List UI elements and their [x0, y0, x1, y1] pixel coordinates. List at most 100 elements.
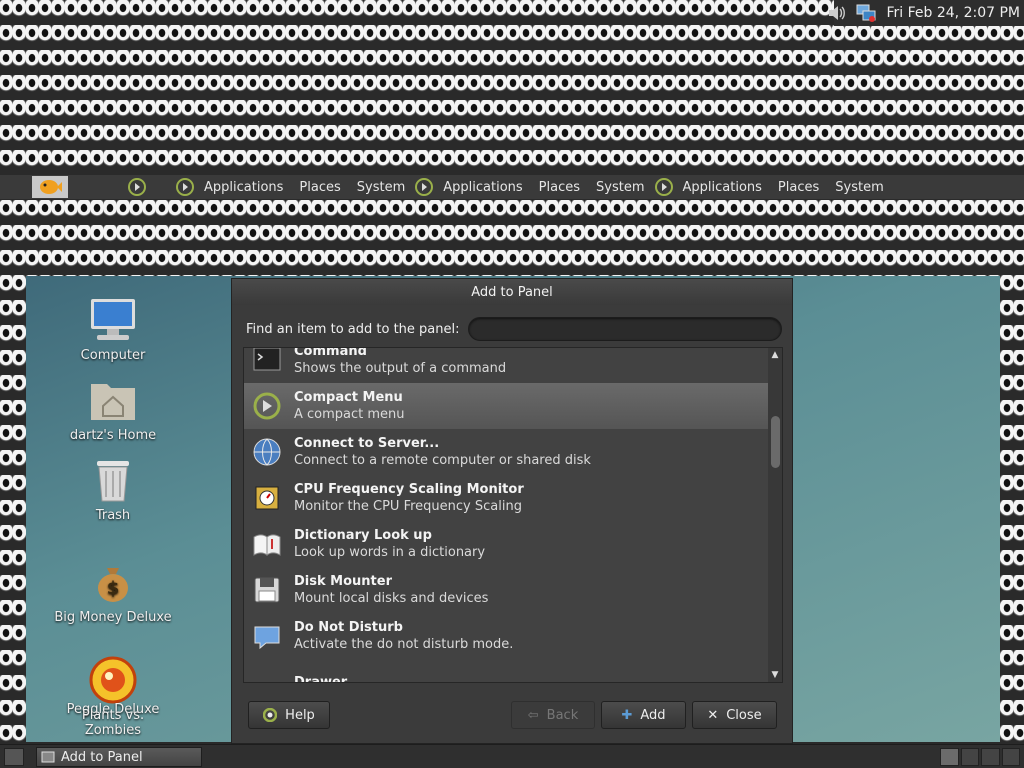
menu-applications[interactable]: Applications: [196, 180, 291, 195]
globe-icon: [250, 435, 284, 469]
item-desc: Activate the do not disturb mode.: [294, 637, 514, 652]
desktop-icon-computer[interactable]: Computer: [53, 296, 173, 363]
scroll-up-arrow-icon[interactable]: ▲: [768, 348, 782, 362]
menu-group-1: Applications Places System: [174, 176, 413, 198]
scroll-down-arrow-icon[interactable]: ▼: [768, 668, 782, 682]
find-row: Find an item to add to the panel:: [246, 315, 782, 343]
menu-panel: Applications Places System Applications …: [0, 175, 1024, 199]
menu-places[interactable]: Places: [291, 180, 348, 195]
item-desc: Mount local disks and devices: [294, 591, 489, 606]
list-item-do-not-disturb[interactable]: Do Not Disturb Activate the do not distur…: [244, 613, 768, 659]
close-icon: ✕: [707, 707, 719, 723]
back-label: Back: [546, 707, 579, 723]
close-button[interactable]: ✕ Close: [692, 701, 777, 729]
desktop-icon-games[interactable]: Peggle Deluxe Plants vs. Zombies: [53, 656, 173, 738]
search-input[interactable]: [467, 317, 782, 341]
cpu-icon: [250, 481, 284, 515]
add-button[interactable]: ✚ Add: [601, 701, 686, 729]
fish-launcher-button[interactable]: [32, 176, 68, 198]
menu-places[interactable]: Places: [770, 180, 827, 195]
item-name: Disk Mounter: [294, 574, 392, 589]
item-list-inner: Command Shows the output of a command Com…: [244, 347, 768, 683]
desktop-icon-trash[interactable]: Trash: [53, 456, 173, 523]
menu-group-2: Applications Places System: [413, 176, 652, 198]
menu-places[interactable]: Places: [531, 180, 588, 195]
top-panel: Fri Feb 24, 2:07 PM: [0, 0, 1024, 26]
list-item-command[interactable]: Command Shows the output of a command: [244, 347, 768, 383]
compact-menu-icon[interactable]: [126, 176, 148, 198]
list-scrollbar[interactable]: ▲ ▼: [768, 348, 782, 682]
item-name: Drawer: [294, 674, 348, 683]
help-button[interactable]: Help: [248, 701, 330, 729]
workspace-2[interactable]: [960, 748, 979, 766]
item-desc: Connect to a remote computer or shared d…: [294, 453, 591, 468]
list-item-dictionary[interactable]: Dictionary Look up Look up words in a dic…: [244, 521, 768, 567]
workspace-3[interactable]: [981, 748, 1000, 766]
do-not-disturb-icon: [250, 619, 284, 653]
menu-group-3: Applications Places System: [653, 176, 892, 198]
add-label: Add: [640, 707, 666, 723]
item-name: CPU Frequency Scaling Monitor: [294, 482, 524, 497]
workspace-switcher[interactable]: [940, 748, 1020, 766]
find-label: Find an item to add to the panel:: [246, 321, 460, 337]
network-icon[interactable]: [855, 2, 877, 24]
list-item-connect-to-server[interactable]: Connect to Server... Connect to a remote …: [244, 429, 768, 475]
gnome-foot-icon: [653, 176, 675, 198]
money-bag-icon: $: [89, 558, 137, 606]
item-name: Dictionary Look up: [294, 528, 432, 543]
back-arrow-icon: ⇦: [527, 707, 539, 723]
item-name: Do Not Disturb: [294, 620, 403, 635]
close-label: Close: [726, 707, 762, 723]
item-name: Compact Menu: [294, 390, 403, 405]
workspace-1[interactable]: [940, 748, 959, 766]
clock[interactable]: Fri Feb 24, 2:07 PM: [885, 5, 1021, 21]
back-button[interactable]: ⇦ Back: [511, 701, 595, 729]
taskbar-item-label: Add to Panel: [61, 749, 143, 765]
desktop-icon-label: Plants vs. Zombies: [81, 708, 145, 738]
terminal-icon: [250, 348, 284, 377]
taskbar-item-add-to-panel[interactable]: Add to Panel: [36, 747, 202, 767]
bottom-panel: Add to Panel: [0, 744, 1024, 768]
desktop-icon-label: dartz's Home: [69, 428, 157, 443]
fish-icon: [40, 180, 62, 194]
system-tray: Fri Feb 24, 2:07 PM: [825, 2, 1024, 24]
desktop-icon-label: Computer: [80, 348, 146, 363]
item-desc: Look up words in a dictionary: [294, 545, 486, 560]
computer-icon: [89, 296, 137, 344]
gnome-foot-icon: [413, 176, 435, 198]
trash-icon: [89, 456, 137, 504]
item-name: Command: [294, 347, 367, 359]
window-icon: [41, 751, 55, 763]
floppy-icon: [250, 573, 284, 607]
menu-applications[interactable]: Applications: [675, 180, 770, 195]
dialog-title[interactable]: Add to Panel: [232, 279, 792, 305]
plus-icon: ✚: [621, 707, 633, 723]
workspace-4[interactable]: [1001, 748, 1020, 766]
list-item-compact-menu[interactable]: Compact Menu A compact menu: [244, 383, 768, 429]
menu-system[interactable]: System: [588, 180, 652, 195]
list-item-cpu-frequency[interactable]: CPU Frequency Scaling Monitor Monitor the…: [244, 475, 768, 521]
menu-applications[interactable]: Applications: [435, 180, 530, 195]
desktop-icon-label: Trash: [95, 508, 131, 523]
item-desc: A compact menu: [294, 407, 405, 422]
list-item-drawer[interactable]: Drawer: [244, 659, 768, 683]
add-to-panel-dialog: Add to Panel Find an item to add to the …: [231, 278, 793, 744]
compact-menu-icon: [250, 389, 284, 423]
desktop-icon-label: Big Money Deluxe: [54, 610, 172, 625]
item-name: Connect to Server...: [294, 436, 440, 451]
list-item-disk-mounter[interactable]: Disk Mounter Mount local disks and device…: [244, 567, 768, 613]
item-list[interactable]: Command Shows the output of a command Com…: [243, 347, 783, 683]
home-folder-icon: [89, 376, 137, 424]
svg-text:$: $: [107, 578, 120, 599]
volume-icon[interactable]: [825, 2, 847, 24]
desktop-icon-home[interactable]: dartz's Home: [53, 376, 173, 443]
menu-system[interactable]: System: [827, 180, 891, 195]
show-desktop-button[interactable]: [4, 748, 24, 766]
item-desc: Shows the output of a command: [294, 361, 507, 376]
help-label: Help: [285, 707, 315, 723]
desktop-icon-big-money[interactable]: $ Big Money Deluxe: [53, 558, 173, 625]
menu-system[interactable]: System: [349, 180, 413, 195]
peggle-icon: [89, 656, 137, 704]
gnome-foot-icon: [174, 176, 196, 198]
scroll-thumb[interactable]: [771, 416, 780, 468]
